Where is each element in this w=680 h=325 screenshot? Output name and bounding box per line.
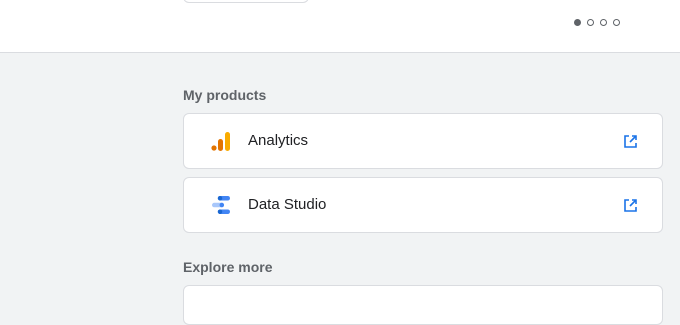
product-card-data-studio[interactable]: Data Studio bbox=[183, 177, 663, 233]
my-products-title: My products bbox=[183, 87, 267, 103]
carousel-dot-3[interactable] bbox=[600, 19, 607, 26]
top-panel bbox=[0, 0, 680, 53]
explore-more-title: Explore more bbox=[183, 259, 273, 275]
analytics-logo-icon bbox=[210, 130, 232, 152]
carousel-dot-2[interactable] bbox=[587, 19, 594, 26]
product-label: Data Studio bbox=[248, 196, 327, 213]
product-card-analytics[interactable]: Analytics bbox=[183, 113, 663, 169]
explore-card[interactable] bbox=[183, 285, 663, 325]
open-in-new-icon[interactable] bbox=[623, 198, 638, 213]
data-studio-logo-icon bbox=[210, 194, 232, 216]
carousel-pagination bbox=[574, 19, 620, 26]
product-label: Analytics bbox=[248, 132, 309, 149]
open-in-new-icon[interactable] bbox=[623, 134, 638, 149]
previous-card-edge[interactable] bbox=[183, 0, 309, 3]
carousel-dot-1[interactable] bbox=[574, 19, 581, 26]
carousel-dot-4[interactable] bbox=[613, 19, 620, 26]
